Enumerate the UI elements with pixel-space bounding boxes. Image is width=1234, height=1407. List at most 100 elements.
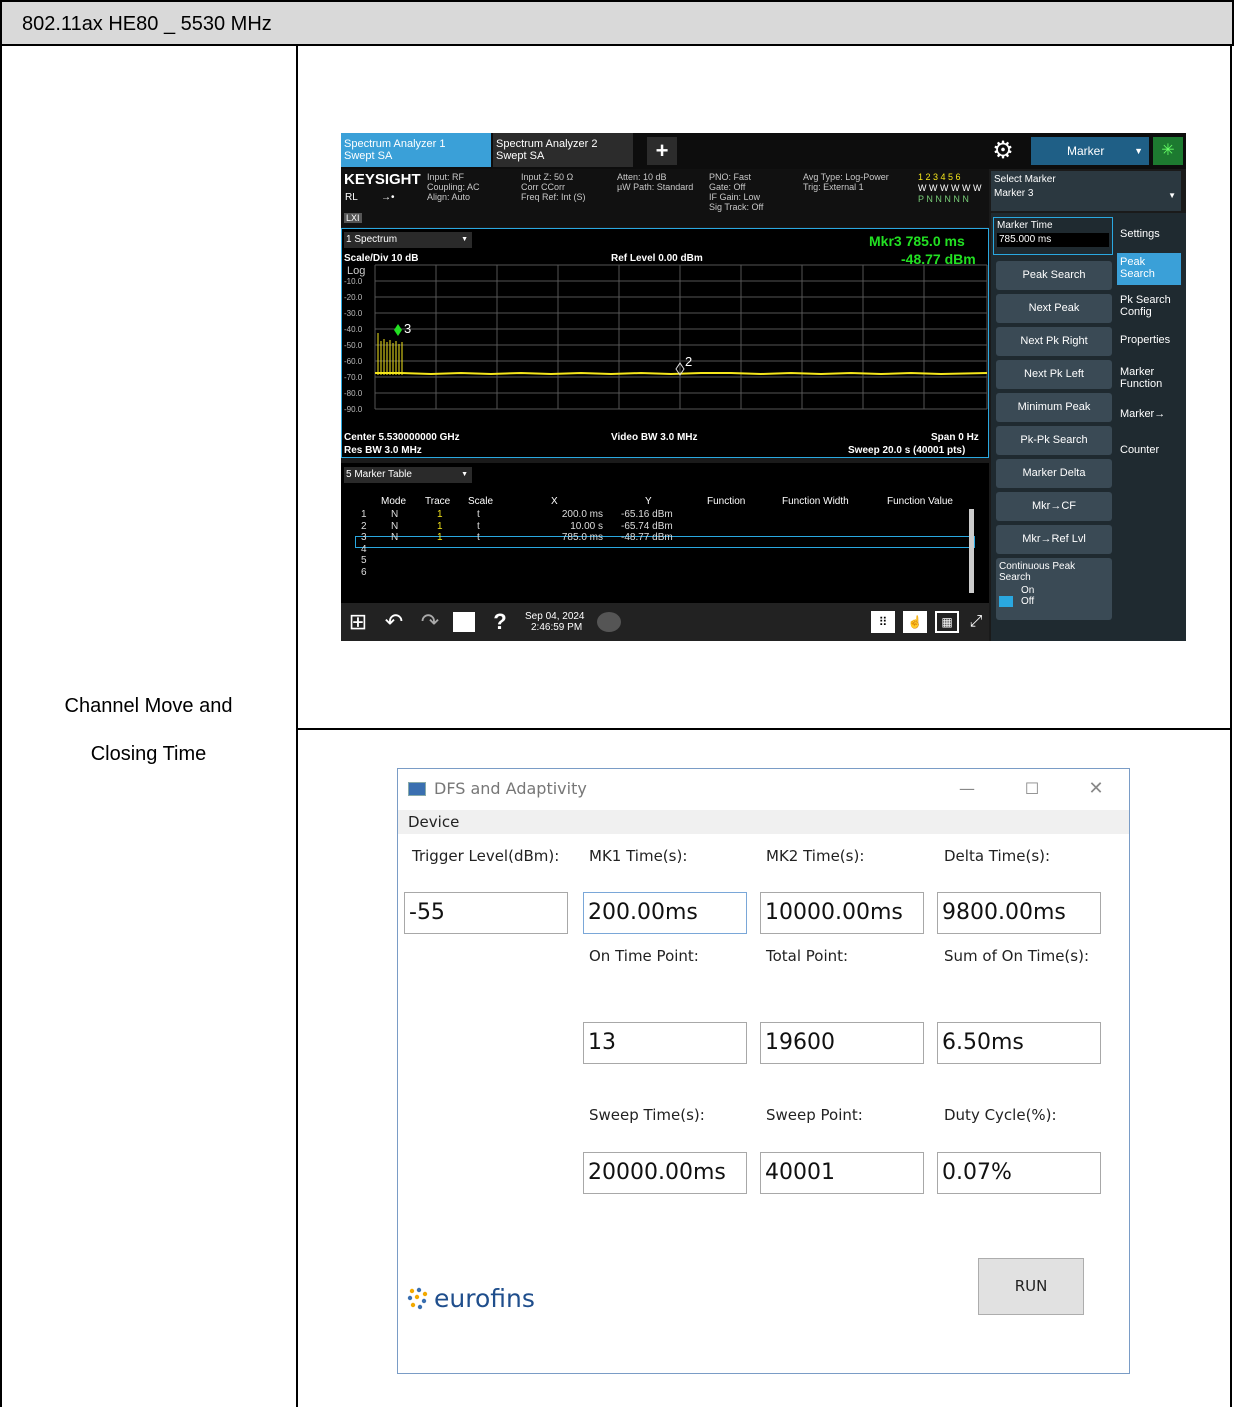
total-point-field[interactable]: 19600 [760,1022,924,1064]
delta-time-field[interactable]: 9800.00ms [937,892,1101,934]
table-cell: 2 [361,520,367,532]
dfs-window: DFS and Adaptivity — ☐ ✕ Device Trigger … [397,768,1130,1374]
table-cell: 785.0 ms [561,532,603,543]
row-label-line2: Closing Time [90,743,207,765]
y-tick: -40.0 [344,325,363,334]
tab-spectrum-analyzer-2[interactable]: Spectrum Analyzer 2 Swept SA [493,133,633,167]
table-cell: 5 [361,555,367,566]
menu-device[interactable]: Device [408,813,459,831]
sweep-time-field[interactable]: 20000.00ms [583,1152,747,1194]
undo-icon[interactable]: ↶ [381,609,407,635]
minimize-icon[interactable]: — [953,777,981,801]
video-bw: Video BW 3.0 MHz [611,432,698,443]
toggle-off-label: Off [1021,596,1035,607]
marker-readout-line1: Mkr3 785.0 ms [869,233,965,249]
sum-on-time-field[interactable]: 6.50ms [937,1022,1101,1064]
y-tick: -60.0 [344,357,363,366]
continuous-peak-toggle[interactable]: Continuous Peak Search On Off [996,558,1112,620]
table-cell: 3 [361,532,367,543]
table-row[interactable]: 3 N 1 t 785.0 ms -48.77 dBm [351,532,951,543]
help-icon[interactable]: ? [487,609,513,635]
chevron-down-icon: ▼ [461,236,468,243]
mk2-time-field[interactable]: 10000.00ms [760,892,924,934]
message-icon[interactable] [597,612,621,632]
table-cell: 1 [361,509,367,520]
peak-search-button[interactable]: Peak Search [996,261,1112,290]
y-tick: -70.0 [344,373,363,382]
view5-dropdown[interactable]: 5 Marker Table ▼ [344,467,472,483]
select-marker-dropdown[interactable]: Select Marker Marker 3 ▼ [991,171,1181,211]
windows-icon[interactable]: ⊞ [345,609,371,635]
row-label-line1: Channel Move and [64,695,233,717]
toggle-on-label: On [1021,585,1035,596]
duty-cycle-field[interactable]: 0.07% [937,1152,1101,1194]
mkr-ref-lvl-button[interactable]: Mkr→Ref Lvl [996,525,1112,554]
layout-icon[interactable]: ▦ [935,611,959,633]
avg-type: Avg Type: Log-Power [803,172,889,182]
next-pk-right-button[interactable]: Next Pk Right [996,327,1112,356]
table-row[interactable]: 6 [351,567,951,578]
menu-peak-search[interactable]: Peak Search [1117,253,1181,285]
input-col5: Avg Type: Log-Power Trig: External 1 [803,172,889,192]
close-icon[interactable]: ✕ [1082,777,1110,801]
keypad-icon[interactable]: ⠿ [871,611,895,633]
table-row[interactable]: 1 N 1 t 200.0 ms -65.16 dBm [351,509,951,520]
pk-pk-search-button[interactable]: Pk-Pk Search [996,426,1112,455]
menu-marker-to[interactable]: Marker→ [1117,405,1181,425]
mkr-cf-button[interactable]: Mkr→CF [996,492,1112,521]
menu-marker-function[interactable]: Marker Function [1117,363,1181,393]
mk1-time-field[interactable]: 200.00ms [583,892,747,934]
marker-time-field[interactable]: Marker Time 785.000 ms [993,217,1113,255]
sum-on-time-label: Sum of On Time(s): [944,947,1089,965]
y-tick: -30.0 [344,309,363,318]
marker-time-label: Marker Time [997,220,1053,231]
run-button[interactable]: RUN [978,1258,1084,1315]
maximize-icon[interactable]: ☐ [1018,777,1046,801]
view-dropdown[interactable]: 1 Spectrum ▼ [344,232,472,248]
brand-logo: KEYSIGHT [344,171,421,188]
input-z: Input Z: 50 Ω [521,172,574,182]
trigger-level-field[interactable]: -55 [404,892,568,934]
col-trace: Trace [425,496,451,507]
menu-pk-search-config[interactable]: Pk Search Config [1117,291,1181,321]
minimum-peak-button[interactable]: Minimum Peak [996,393,1112,422]
next-pk-left-button[interactable]: Next Pk Left [996,360,1112,389]
table-cell: 1 [437,509,443,520]
marker-table-rows: 1 N 1 t 200.0 ms -65.16 dBm 2 N 1 t 10.00 s -65.74 … [351,509,971,599]
input-col1: Input: RF Coupling: AC Align: Auto [427,172,480,202]
add-tab-button[interactable]: + [647,137,677,165]
fullscreen-icon[interactable]: ⤢ [965,611,987,633]
file-icon[interactable] [453,612,475,632]
col-y: Y [645,496,652,507]
table-row[interactable]: 2 N 1 t 10.00 s -65.74 dBm [351,521,951,532]
gear-icon[interactable]: ⚙ [989,137,1017,165]
chevron-down-icon: ▼ [461,471,468,478]
sweep-info: Sweep 20.0 s (40001 pts) [848,445,966,456]
table-row[interactable]: 5 [351,555,951,566]
marker-delta-button[interactable]: Marker Delta [996,459,1112,488]
redo-icon[interactable]: ↷ [417,609,443,635]
duty-cycle-label: Duty Cycle(%): [944,1106,1057,1124]
res-bw: Res BW 3.0 MHz [344,445,422,456]
trace-detectors: P N N N N N [918,194,969,204]
select-marker-label: Select Marker [994,174,1056,185]
next-peak-button[interactable]: Next Peak [996,294,1112,323]
tab-spectrum-analyzer-1[interactable]: Spectrum Analyzer 1 Swept SA [341,133,491,167]
align: Align: Auto [427,192,471,202]
menu-counter[interactable]: Counter [1117,441,1181,461]
tab2-line1: Spectrum Analyzer 2 [496,138,598,150]
table-cell: 6 [361,566,367,578]
table-row[interactable]: 4 [351,544,951,555]
y-tick: -10.0 [344,277,363,286]
menu-settings[interactable]: Settings [1117,219,1181,249]
trace-bursts [377,333,403,375]
touch-icon[interactable]: ☝ [903,611,927,633]
view5-label: 5 Marker Table [346,469,412,480]
y-tick-labels: -10.0 -20.0 -30.0 -40.0 -50.0 -60.0 -70.… [344,277,363,414]
sweep-point-field[interactable]: 40001 [760,1152,924,1194]
table-cell: t [477,520,480,532]
on-time-point-field[interactable]: 13 [583,1022,747,1064]
col-mode: Mode [381,496,407,507]
menu-properties[interactable]: Properties [1117,331,1181,351]
mode-dropdown[interactable]: Marker ▼ [1031,137,1149,165]
